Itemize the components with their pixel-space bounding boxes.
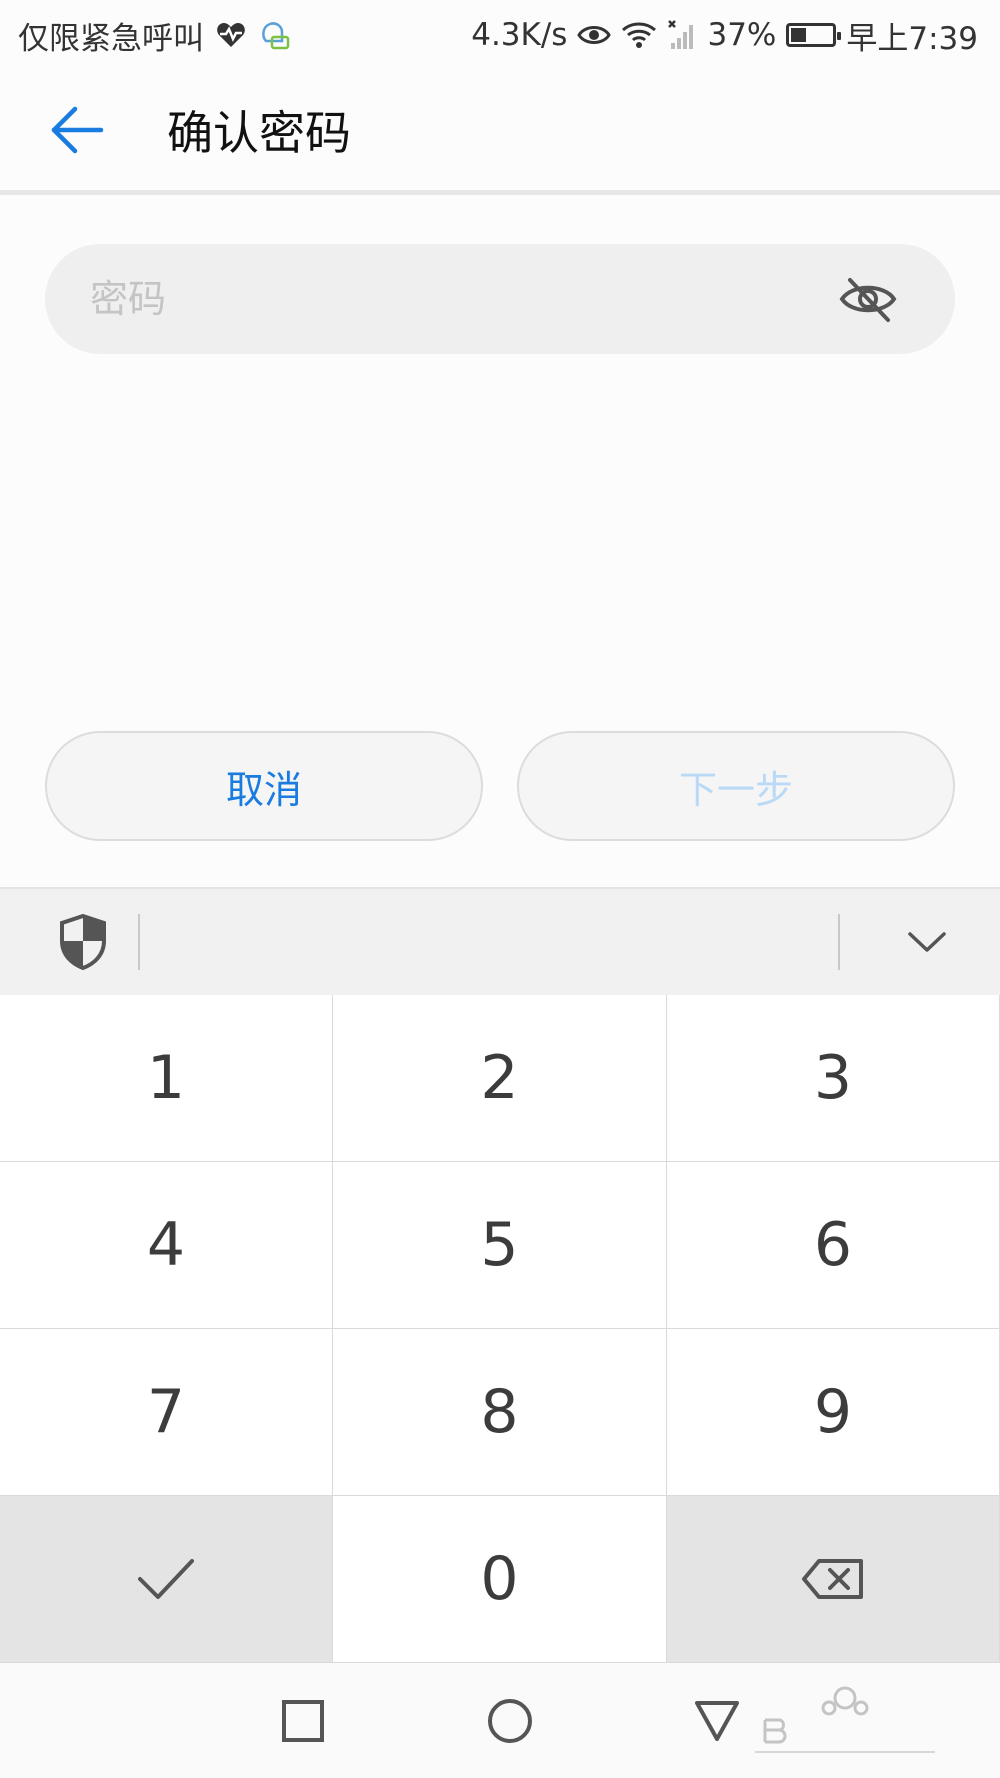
arrow-left-icon (51, 106, 104, 154)
key-2[interactable]: 2 (333, 995, 667, 1162)
numeric-keypad: 1 2 3 4 5 6 7 8 9 0 (0, 995, 1000, 1663)
net-speed: 4.3K/s (471, 17, 568, 53)
password-field[interactable] (45, 244, 955, 354)
battery-level (791, 28, 807, 42)
home-button[interactable] (470, 1681, 550, 1761)
status-bar: 仅限紧急呼叫 4.3K/s 37% 早上7:39 (0, 0, 1000, 70)
back-button[interactable] (32, 85, 122, 175)
page-title: 确认密码 (167, 106, 351, 160)
shield-icon (28, 913, 138, 971)
triangle-icon (694, 1700, 739, 1741)
next-button[interactable]: 下一步 (517, 731, 955, 841)
status-right: 4.3K/s 37% 早上7:39 (471, 13, 978, 58)
eye-off-icon (839, 278, 897, 322)
chat-bubble-icon (258, 19, 290, 51)
app-header: 确认密码 (0, 70, 1000, 195)
key-9[interactable]: 9 (667, 1329, 1000, 1496)
no-signal-icon (667, 19, 697, 51)
recents-button[interactable] (263, 1681, 343, 1761)
eye-icon (577, 23, 612, 47)
chevron-down-icon (908, 932, 946, 952)
password-input[interactable] (90, 277, 833, 321)
toolbar-divider (138, 914, 140, 970)
status-left: 仅限紧急呼叫 (18, 13, 290, 58)
confirm-key[interactable] (0, 1496, 333, 1663)
heart-pulse-icon (216, 21, 246, 49)
key-1[interactable]: 1 (0, 995, 333, 1162)
delete-key[interactable] (667, 1496, 1000, 1663)
carrier-text: 仅限紧急呼叫 (18, 20, 204, 57)
check-icon (138, 1559, 194, 1599)
battery-icon (786, 23, 842, 47)
key-6[interactable]: 6 (667, 1162, 1000, 1329)
square-icon (282, 1699, 325, 1742)
cancel-button[interactable]: 取消 (45, 731, 483, 841)
key-5[interactable]: 5 (333, 1162, 667, 1329)
key-0[interactable]: 0 (333, 1496, 667, 1663)
circle-icon (487, 1698, 532, 1743)
key-8[interactable]: 8 (333, 1329, 667, 1496)
keyboard-collapse-button[interactable] (892, 930, 962, 954)
battery-percent: 37% (707, 17, 777, 53)
password-visibility-toggle[interactable] (833, 264, 903, 334)
backspace-icon (802, 1559, 863, 1599)
key-4[interactable]: 4 (0, 1162, 333, 1329)
clock: 早上7:39 (846, 20, 978, 57)
keyboard-toolbar (0, 887, 1000, 995)
key-3[interactable]: 3 (667, 995, 1000, 1162)
watermark-logo (755, 1686, 935, 1753)
toolbar-divider (838, 914, 840, 970)
key-7[interactable]: 7 (0, 1329, 333, 1496)
wifi-icon (621, 20, 657, 50)
